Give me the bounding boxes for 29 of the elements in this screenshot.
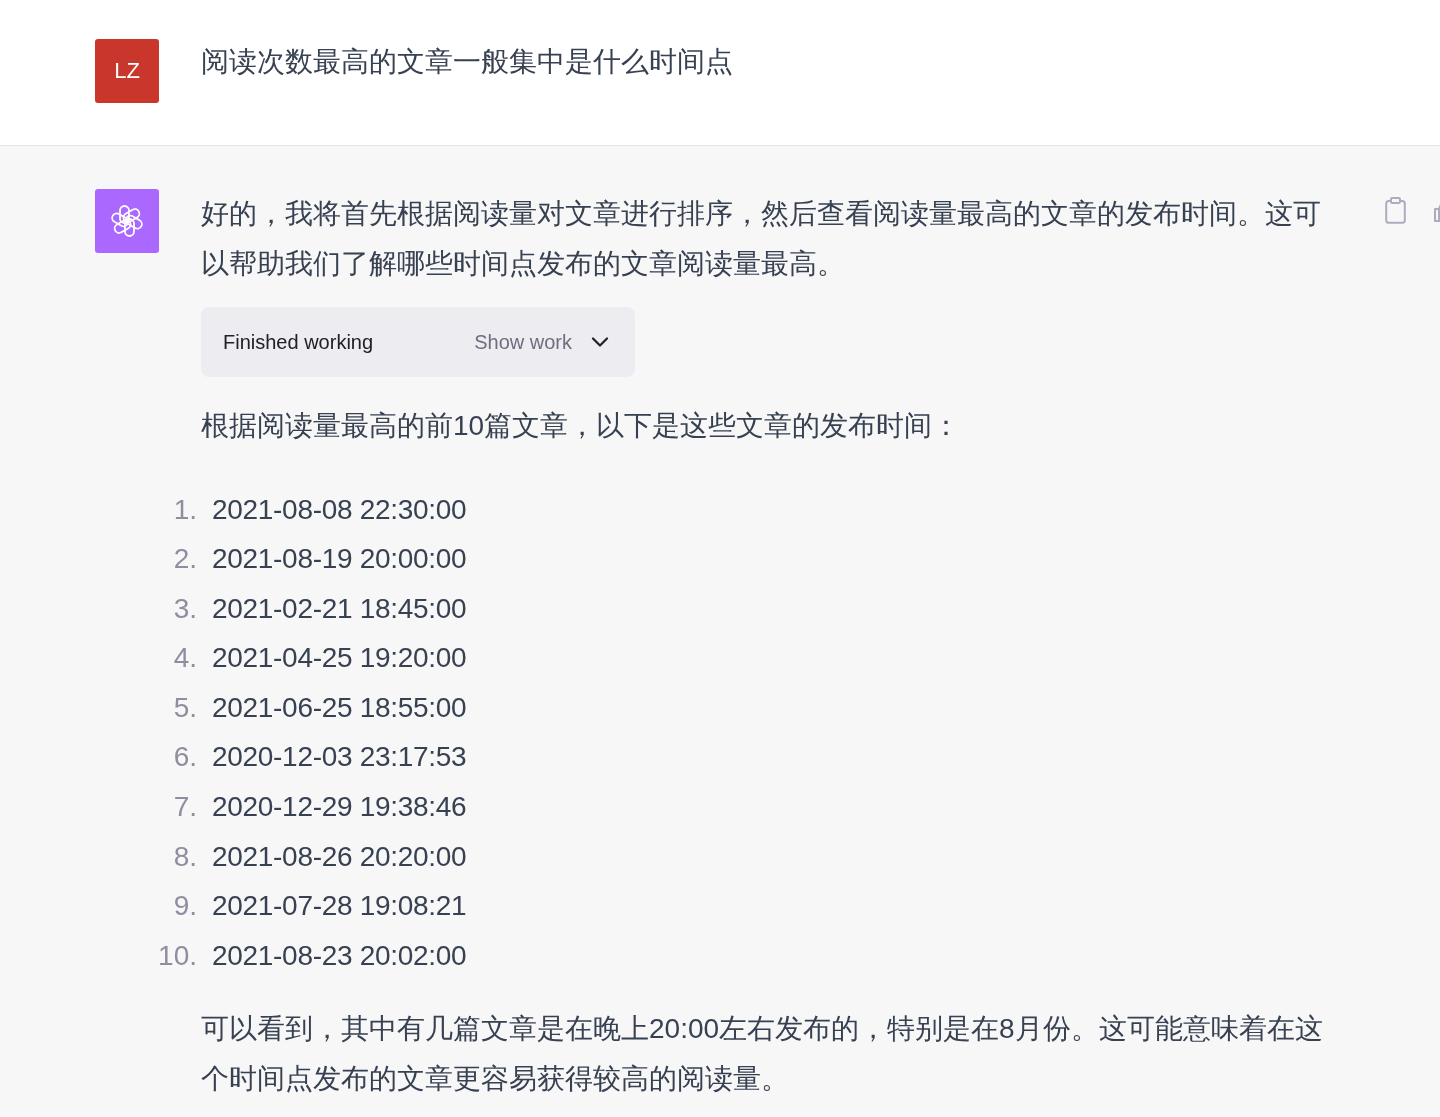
list-item-text: 2021-07-28 19:08:21 [212,889,467,924]
list-number: 2. [172,542,197,577]
list-number: 4. [172,641,197,676]
list-item-text: 2021-08-26 20:20:00 [212,839,467,874]
list-number: 7. [172,790,197,825]
list-number: 5. [172,690,197,725]
knot-logo-icon [95,189,159,253]
status-label: Finished working [223,330,374,354]
list-item-text: 2021-08-08 22:30:00 [212,492,467,527]
message-text: 阅读次数最高的文章一般集中是什么时间点 [201,45,734,79]
list-item-text: 2020-12-29 19:38:46 [212,790,467,825]
list-item-text: 2021-02-21 18:45:00 [212,591,467,626]
list-number: 6. [172,740,197,775]
list-number: 10. [157,938,197,973]
message-text: 可以看到，其中有几篇文章是在晚上20:00左右发布的，特别是在8月份。这可能意味着在这个时间点发布的文章更容易获得较高的阅读量。 [201,1012,1324,1096]
list-number: 9. [172,889,197,924]
list-number: 8. [172,839,197,874]
list-number: 1. [172,492,197,527]
list-item-text: 2021-04-25 19:20:00 [212,641,467,676]
show-work-toggle[interactable]: Show work [474,330,609,354]
user-avatar: LZ [95,39,159,103]
clipboard-icon[interactable] [1385,197,1406,224]
list-item-text: 2021-08-23 20:02:00 [212,938,467,973]
message-text: 根据阅读量最高的前10篇文章，以下是这些文章的发布时间： [201,409,962,443]
list-number: 3. [172,591,197,626]
list-item-text: 2021-06-25 18:55:00 [212,690,467,725]
list-item-text: 2020-12-03 23:17:53 [212,740,467,775]
list-item-text: 2021-08-19 20:00:00 [212,542,467,577]
message-text: 好的，我将首先根据阅读量对文章进行排序，然后查看阅读量最高的文章的发布时间。这可以帮助我们了解哪些时间点发布的文章阅读量最高。 [201,197,1322,281]
